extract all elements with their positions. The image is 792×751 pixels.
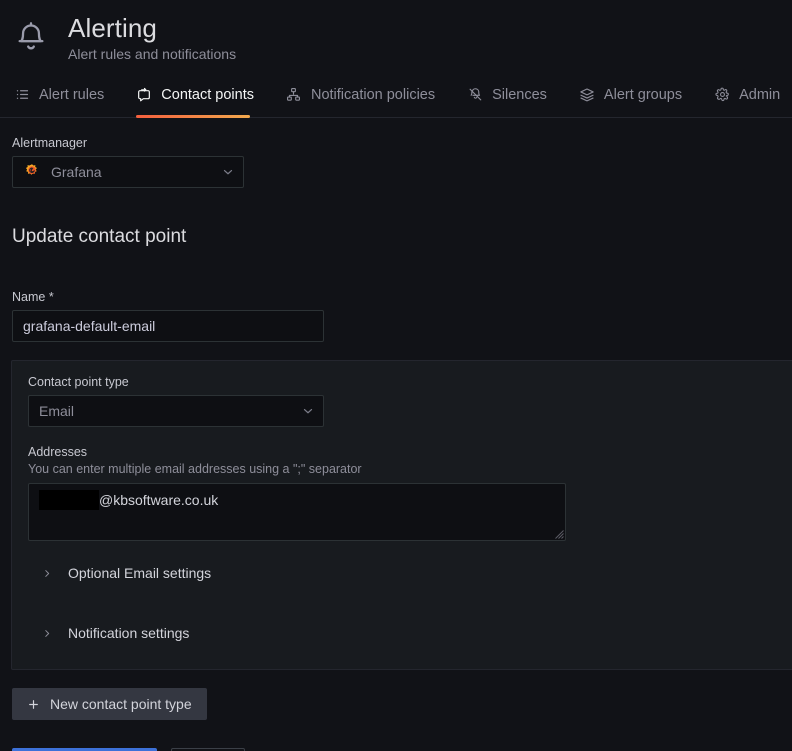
contact-point-type-label: Contact point type xyxy=(28,375,129,389)
tab-label: Contact points xyxy=(161,86,254,103)
new-contact-point-type-row: New contact point type xyxy=(12,688,792,720)
collapse-optional-email-settings[interactable]: Optional Email settings xyxy=(28,555,792,591)
alertmanager-label: Alertmanager xyxy=(12,136,88,150)
name-field: Name * xyxy=(12,290,792,342)
tab-contact-points[interactable]: Contact points xyxy=(136,74,268,118)
chevron-down-icon[interactable] xyxy=(221,165,235,179)
collapse-label: Optional Email settings xyxy=(68,565,212,581)
page-header: Alerting Alert rules and notifications xyxy=(0,0,792,74)
alertmanager-field: Alertmanager Grafana xyxy=(12,136,792,188)
gear-icon xyxy=(714,87,730,103)
layer-group-icon xyxy=(579,87,595,103)
alertmanager-value: Grafana xyxy=(51,164,102,180)
name-label: Name * xyxy=(12,290,54,304)
collapse-notification-settings[interactable]: Notification settings xyxy=(28,615,792,651)
grafana-logo-icon xyxy=(23,163,41,181)
new-contact-point-type-label: New contact point type xyxy=(50,696,192,712)
contact-point-type-field: Contact point type Email xyxy=(28,375,792,427)
plus-icon xyxy=(27,698,40,711)
tab-alert-groups[interactable]: Alert groups xyxy=(579,74,696,117)
addresses-textarea-wrap: @kbsoftware.co.uk xyxy=(28,483,566,541)
tab-label: Notification policies xyxy=(310,86,436,103)
addresses-description: You can enter multiple email addresses u… xyxy=(28,462,362,476)
chevron-right-icon xyxy=(42,628,52,639)
content-area: Alertmanager Grafana Update contact poin… xyxy=(0,136,792,751)
tab-silences[interactable]: Silences xyxy=(467,74,561,117)
addresses-label: Addresses xyxy=(28,445,88,459)
tab-alert-rules[interactable]: Alert rules xyxy=(14,74,118,117)
chevron-down-icon[interactable] xyxy=(301,404,315,418)
tab-admin[interactable]: Admin xyxy=(714,74,792,117)
chevron-right-icon xyxy=(42,568,52,579)
addresses-field: Addresses You can enter multiple email a… xyxy=(28,445,792,541)
contact-point-type-value: Email xyxy=(39,403,75,419)
tab-bar: Alert rules Contact points Notification … xyxy=(0,74,792,118)
sitemap-icon xyxy=(286,87,302,103)
comment-alt-share-icon xyxy=(136,87,152,103)
list-ul-icon xyxy=(14,87,30,103)
tab-label: Silences xyxy=(492,86,547,103)
page-title: Alerting xyxy=(68,12,157,43)
tab-label: Alert rules xyxy=(39,86,105,103)
alertmanager-select[interactable]: Grafana xyxy=(12,156,244,188)
contact-point-card: Contact point type Email Addresses You c… xyxy=(11,360,792,670)
bell-slash-icon xyxy=(467,87,483,103)
tab-label: Admin xyxy=(739,86,781,103)
tab-notification-policies[interactable]: Notification policies xyxy=(286,74,449,117)
form-heading: Update contact point xyxy=(12,226,187,247)
new-contact-point-type-button[interactable]: New contact point type xyxy=(12,688,207,720)
page-subtitle: Alert rules and notifications xyxy=(68,45,237,62)
name-input[interactable] xyxy=(12,310,324,342)
addresses-input[interactable] xyxy=(28,483,566,541)
collapse-label: Notification settings xyxy=(68,625,190,641)
bell-icon xyxy=(12,19,50,57)
contact-point-type-select[interactable]: Email xyxy=(28,395,324,427)
tab-label: Alert groups xyxy=(603,86,683,103)
